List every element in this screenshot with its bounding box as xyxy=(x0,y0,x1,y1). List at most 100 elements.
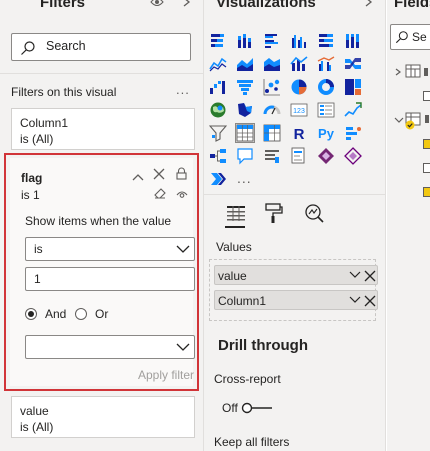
field-checkbox[interactable] xyxy=(423,91,430,101)
search-icon xyxy=(21,41,35,55)
values-well[interactable]: value Column1 xyxy=(209,259,378,321)
collapse-pane-icon[interactable] xyxy=(183,0,191,10)
map-icon[interactable] xyxy=(209,101,227,119)
visualizations-pane-title: Visualizations xyxy=(216,0,316,11)
or-radio[interactable] xyxy=(75,308,87,320)
close-icon[interactable] xyxy=(153,168,165,183)
power-apps-icon[interactable] xyxy=(317,147,335,165)
100-percent-bar-chart-icon[interactable] xyxy=(317,32,335,50)
qna-icon[interactable] xyxy=(236,147,254,165)
power-automate-icon[interactable] xyxy=(344,147,362,165)
r-script-visual-icon[interactable]: R xyxy=(290,124,308,142)
field-pill-label: value xyxy=(218,269,247,283)
field-checkbox[interactable] xyxy=(423,163,430,173)
line-chart-icon[interactable] xyxy=(209,55,227,73)
search-icon xyxy=(395,31,408,44)
more-visuals-icon[interactable]: ... xyxy=(237,170,252,186)
key-influencers-icon[interactable] xyxy=(344,124,362,142)
analytics-magnifier-icon[interactable] xyxy=(303,202,325,224)
chevron-down-icon xyxy=(176,343,190,351)
area-chart-icon[interactable] xyxy=(236,55,254,73)
ribbon-chart-icon[interactable] xyxy=(344,55,362,73)
table-icon[interactable] xyxy=(235,123,255,143)
power-automate-flow-icon[interactable] xyxy=(209,170,227,188)
waterfall-chart-icon[interactable] xyxy=(209,78,227,96)
stacked-column-chart-icon[interactable] xyxy=(236,32,254,50)
filter-card-column1[interactable]: Column1 is (All) xyxy=(11,108,195,150)
card-icon[interactable]: 123 xyxy=(290,101,308,119)
chevron-down-icon[interactable] xyxy=(394,116,404,124)
more-options-icon[interactable]: ... xyxy=(176,82,190,97)
filter-value-field[interactable]: 1 xyxy=(25,267,195,291)
field-checkbox-checked[interactable] xyxy=(423,187,430,197)
filters-search-input[interactable] xyxy=(46,39,186,53)
apply-filter-button[interactable]: Apply filter xyxy=(138,368,194,382)
chevron-right-icon[interactable] xyxy=(394,68,404,76)
filter-card-flag[interactable]: flag is 1 Show items when the value is 1… xyxy=(4,153,199,391)
chevron-down-icon[interactable] xyxy=(349,270,361,280)
scatter-chart-icon[interactable] xyxy=(263,78,281,96)
filter-card-name: Column1 xyxy=(20,116,69,130)
and-radio[interactable] xyxy=(25,308,37,320)
section-filters-on-visual: Filters on this visual xyxy=(11,85,117,99)
drill-through-heading: Drill through xyxy=(218,337,308,354)
decomposition-tree-icon[interactable] xyxy=(209,147,227,165)
format-paint-roller-icon[interactable] xyxy=(263,202,285,224)
kpi-icon[interactable] xyxy=(344,101,362,119)
fields-search-box[interactable]: Se xyxy=(390,24,430,50)
show-items-label: Show items when the value xyxy=(25,214,172,228)
lock-icon[interactable] xyxy=(176,167,187,183)
divider xyxy=(204,194,385,195)
100-percent-column-chart-icon[interactable] xyxy=(344,32,362,50)
stacked-area-chart-icon[interactable] xyxy=(263,55,281,73)
filter-card-value[interactable]: value is (All) xyxy=(11,396,195,438)
filters-search-box[interactable] xyxy=(11,33,191,61)
filters-pane-title: Filters xyxy=(40,0,86,11)
fields-pane-title: Fields xyxy=(394,0,430,11)
remove-field-icon[interactable] xyxy=(364,295,376,307)
table-name-cut xyxy=(425,115,429,123)
slicer-icon[interactable] xyxy=(209,124,227,142)
chevron-down-icon[interactable] xyxy=(349,295,361,305)
stacked-bar-chart-icon[interactable] xyxy=(209,32,227,50)
values-well-label: Values xyxy=(216,240,252,254)
field-pill-value[interactable]: value xyxy=(214,265,378,285)
line-and-clustered-column-chart-icon[interactable] xyxy=(317,55,335,73)
eraser-icon[interactable] xyxy=(154,188,166,202)
filter-card-summary: is (All) xyxy=(20,132,54,146)
chevron-down-icon xyxy=(176,245,190,253)
matrix-icon[interactable] xyxy=(263,124,281,142)
smart-narrative-icon[interactable] xyxy=(263,147,281,165)
collapse-card-icon[interactable] xyxy=(132,170,144,184)
paginated-report-icon[interactable] xyxy=(290,147,308,165)
remove-field-icon[interactable] xyxy=(364,270,376,282)
fields-pane: Fields Se xyxy=(387,0,430,451)
filter-card-name: value xyxy=(20,404,49,418)
filled-map-icon[interactable] xyxy=(236,101,254,119)
field-checkbox-checked[interactable] xyxy=(423,139,430,149)
pie-chart-icon[interactable] xyxy=(290,78,308,96)
gauge-icon[interactable] xyxy=(263,101,281,119)
second-operator-dropdown[interactable] xyxy=(25,335,195,359)
operator-dropdown[interactable]: is xyxy=(25,237,195,261)
cross-report-toggle[interactable] xyxy=(241,402,273,414)
table-icon xyxy=(405,112,421,130)
operator-value: is xyxy=(34,242,43,256)
funnel-chart-icon[interactable] xyxy=(236,78,254,96)
fields-tab-icon[interactable] xyxy=(225,202,247,224)
treemap-icon[interactable] xyxy=(344,78,362,96)
field-pill-label: Column1 xyxy=(218,294,267,308)
field-pill-column1[interactable]: Column1 xyxy=(214,290,378,310)
collapse-pane-icon[interactable] xyxy=(365,0,373,10)
clustered-bar-chart-icon[interactable] xyxy=(263,32,281,50)
eye-icon[interactable] xyxy=(176,188,188,202)
donut-chart-icon[interactable] xyxy=(317,78,335,96)
active-tab-indicator xyxy=(225,226,245,228)
python-visual-icon[interactable]: Py xyxy=(317,124,335,142)
filters-pane: Filters Filters on this visual ... Colum… xyxy=(0,0,204,451)
visualizations-pane: Visualizations 123 R Py ... Values value… xyxy=(204,0,386,451)
line-and-column-chart-icon[interactable] xyxy=(290,55,308,73)
eye-icon[interactable] xyxy=(150,0,164,10)
multi-row-card-icon[interactable] xyxy=(317,101,335,119)
clustered-column-chart-icon[interactable] xyxy=(290,32,308,50)
